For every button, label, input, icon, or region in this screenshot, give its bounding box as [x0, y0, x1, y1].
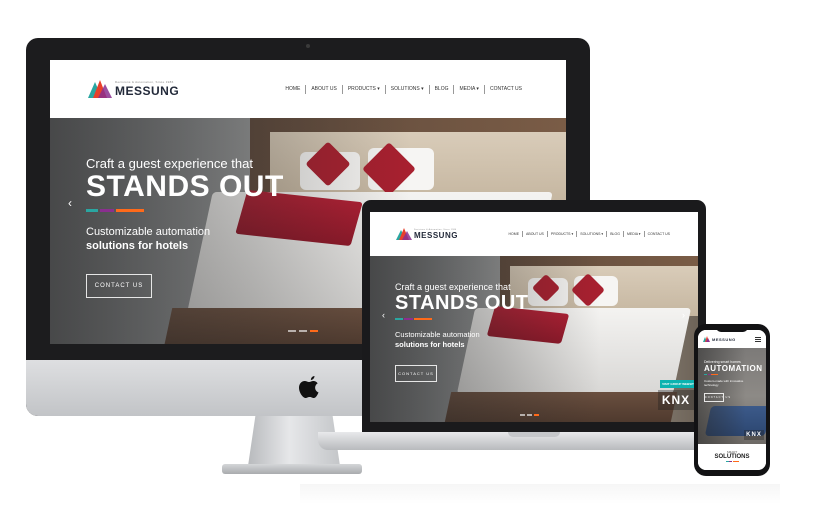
hero-kicker: Craft a guest experience that: [86, 156, 253, 171]
slider-next-icon[interactable]: ›: [682, 310, 685, 320]
brand-logo[interactable]: Decisions & Automation, Since 1986 MESSU…: [396, 228, 458, 240]
hero-subtitle-line2: solutions for hotels: [86, 240, 189, 252]
slider-dot[interactable]: [299, 330, 307, 332]
slider-dots: [520, 414, 539, 416]
brand-name: MESSUNG: [115, 84, 180, 98]
laptop-screen: Decisions & Automation, Since 1986 MESSU…: [370, 212, 698, 422]
menu-icon[interactable]: [755, 336, 761, 342]
slider-prev-icon[interactable]: ‹: [382, 310, 385, 320]
knx-logo: KNX: [744, 430, 764, 440]
hero-contact-button[interactable]: CONTACT US: [395, 365, 437, 382]
hero-title: AUTOMATION: [704, 364, 763, 373]
slider-dots: [288, 330, 318, 332]
nav-blog[interactable]: BLOG: [435, 86, 449, 92]
slider-prev-icon[interactable]: ‹: [68, 196, 72, 210]
nav-divider: [643, 231, 645, 237]
brand-logo[interactable]: MESSUNG: [703, 336, 736, 342]
hero-subtitle-line1: Customizable automation: [395, 330, 480, 339]
hero-subtitle-line2: solutions for hotels: [395, 340, 465, 349]
nav-home[interactable]: HOME: [285, 86, 300, 92]
nav-about-us[interactable]: ABOUT US: [311, 86, 336, 92]
hero-accent-bars: [86, 209, 284, 212]
nav-solutions[interactable]: SOLUTIONS ▾: [580, 232, 603, 236]
nav-divider: [341, 84, 343, 94]
brand-logo[interactable]: Decisions & Automation, Since 1986 MESSU…: [88, 80, 179, 98]
nav-divider: [305, 84, 307, 94]
knx-group-tag[interactable]: VISIT GROUP WEBSITE: [660, 380, 698, 388]
nav-divider: [522, 231, 524, 237]
device-mockup-scene: Decisions & Automation, Since 1986 MESSU…: [0, 0, 818, 518]
hero-contact-button[interactable]: CONTACT US: [86, 274, 152, 298]
nav-divider: [483, 84, 485, 94]
phone-screen: MESSUNG Delivering smart homes AUTOMATIO…: [698, 330, 766, 470]
hero-slider: Delivering smart homes AUTOMATION Custom…: [698, 348, 766, 444]
nav-contact-us[interactable]: CONTACT US: [648, 232, 670, 236]
nav-home[interactable]: HOME: [509, 232, 520, 236]
main-nav: HOME ABOUT US PRODUCTS ▾ SOLUTIONS ▾ BLO…: [509, 231, 670, 237]
slider-dot-active[interactable]: [534, 414, 539, 416]
slider-dot[interactable]: [520, 414, 525, 416]
site-header: MESSUNG: [698, 330, 766, 348]
nav-divider: [576, 231, 578, 237]
nav-media[interactable]: MEDIA ▾: [627, 232, 641, 236]
nav-products[interactable]: PRODUCTS ▾: [348, 86, 380, 92]
brand-name: MESSUNG: [712, 336, 736, 342]
floor-reflection: [300, 484, 780, 504]
hero-copy: Craft a guest experience that STANDS OUT…: [395, 282, 529, 382]
hero-title: STANDS OUT: [395, 292, 529, 314]
hero-contact-button[interactable]: CONTACT US: [704, 393, 730, 402]
nav-products[interactable]: PRODUCTS ▾: [551, 232, 573, 236]
site-header: Decisions & Automation, Since 1986 MESSU…: [370, 212, 698, 256]
brand-mark-icon: [703, 336, 711, 342]
hero-copy: Craft a guest experience that STANDS OUT…: [86, 156, 284, 298]
nav-divider: [453, 84, 455, 94]
imac-stand-foot: [222, 464, 362, 474]
slider-dot-active[interactable]: [310, 330, 318, 332]
imac-camera: [306, 44, 310, 48]
solutions-section: SMART SOLUTIONS: [698, 444, 766, 470]
hero-subtitle-line1: Customizable automation: [86, 226, 211, 238]
nav-divider: [622, 231, 624, 237]
hero-subtitle: Custom-made with innovative technology: [704, 379, 744, 387]
hero-accent-bars: [704, 374, 762, 375]
solutions-title: SOLUTIONS: [714, 454, 750, 460]
main-nav: HOME ABOUT US PRODUCTS ▾ SOLUTIONS ▾ BLO…: [285, 84, 522, 94]
nav-divider: [428, 84, 430, 94]
slider-dot[interactable]: [288, 330, 296, 332]
hero-title: STANDS OUT: [86, 170, 284, 203]
hero-kicker: Craft a guest experience that: [395, 282, 511, 292]
hero-copy: Delivering smart homes AUTOMATION Custom…: [704, 360, 762, 402]
nav-media[interactable]: MEDIA ▾: [459, 86, 478, 92]
slider-dot[interactable]: [527, 414, 532, 416]
brand-mark-icon: [88, 80, 112, 98]
nav-solutions[interactable]: SOLUTIONS ▾: [391, 86, 424, 92]
nav-about-us[interactable]: ABOUT US: [526, 232, 544, 236]
solutions-accent-bars: [698, 461, 766, 462]
knx-logo: KNX: [658, 390, 694, 410]
nav-blog[interactable]: BLOG: [610, 232, 620, 236]
site-header: Decisions & Automation, Since 1986 MESSU…: [50, 60, 566, 118]
brand-name: MESSUNG: [414, 230, 458, 240]
laptop-notch: [508, 432, 560, 437]
nav-contact-us[interactable]: CONTACT US: [490, 86, 522, 92]
nav-divider: [384, 84, 386, 94]
brand-mark-icon: [396, 228, 412, 240]
phone-notch: [716, 326, 748, 332]
nav-divider: [606, 231, 608, 237]
nav-divider: [546, 231, 548, 237]
apple-logo-icon: [299, 376, 319, 398]
hero-slider: Craft a guest experience that STANDS OUT…: [370, 256, 698, 422]
hero-accent-bars: [395, 318, 529, 320]
